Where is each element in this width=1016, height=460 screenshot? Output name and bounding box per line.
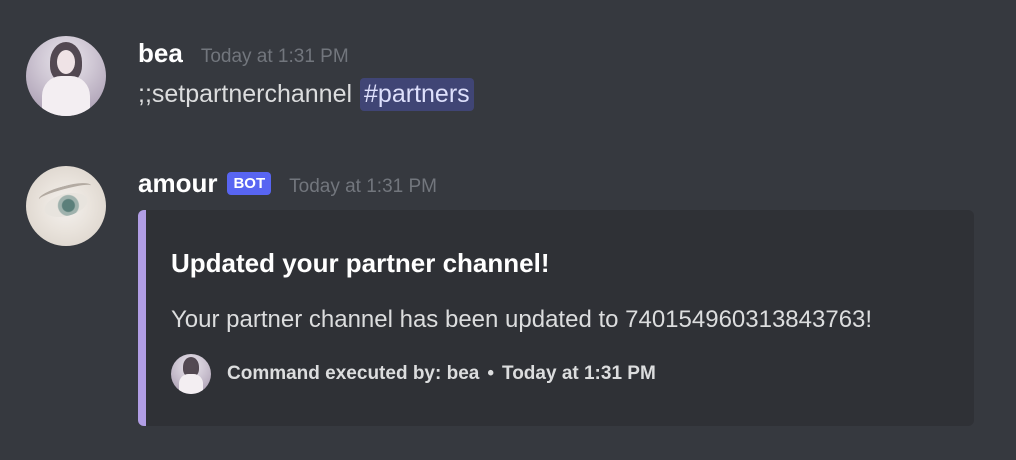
- embed-footer: Command executed by: bea • Today at 1:31…: [171, 354, 656, 394]
- message-embed: Updated your partner channel! Your partn…: [138, 210, 974, 426]
- message-timestamp[interactable]: Today at 1:31 PM: [289, 176, 437, 198]
- footer-avatar-icon: [171, 354, 211, 394]
- username[interactable]: amour: [138, 168, 217, 199]
- message-text: ;;setpartnerchannel: [138, 80, 353, 108]
- embed-title: Updated your partner channel!: [171, 248, 550, 278]
- footer-text: Command executed by: bea: [227, 363, 480, 384]
- username[interactable]: bea: [138, 38, 183, 69]
- user-avatar-bea[interactable]: [26, 36, 106, 116]
- message-content: ;;setpartnerchannel #partners: [138, 78, 474, 111]
- footer-timestamp: Today at 1:31 PM: [502, 363, 656, 384]
- footer-separator: •: [487, 363, 494, 384]
- message-header: amour BOT Today at 1:31 PM: [138, 168, 437, 200]
- footer-avatar-body: [179, 374, 203, 394]
- embed-description: Your partner channel has been updated to…: [171, 306, 873, 333]
- avatar-body: [42, 76, 90, 116]
- bot-tag: BOT: [227, 172, 272, 195]
- message-header: bea Today at 1:31 PM: [138, 38, 349, 70]
- bot-avatar-amour[interactable]: [26, 166, 106, 246]
- message-timestamp[interactable]: Today at 1:31 PM: [201, 46, 349, 68]
- avatar-face: [57, 50, 75, 74]
- channel-mention[interactable]: #partners: [360, 78, 474, 111]
